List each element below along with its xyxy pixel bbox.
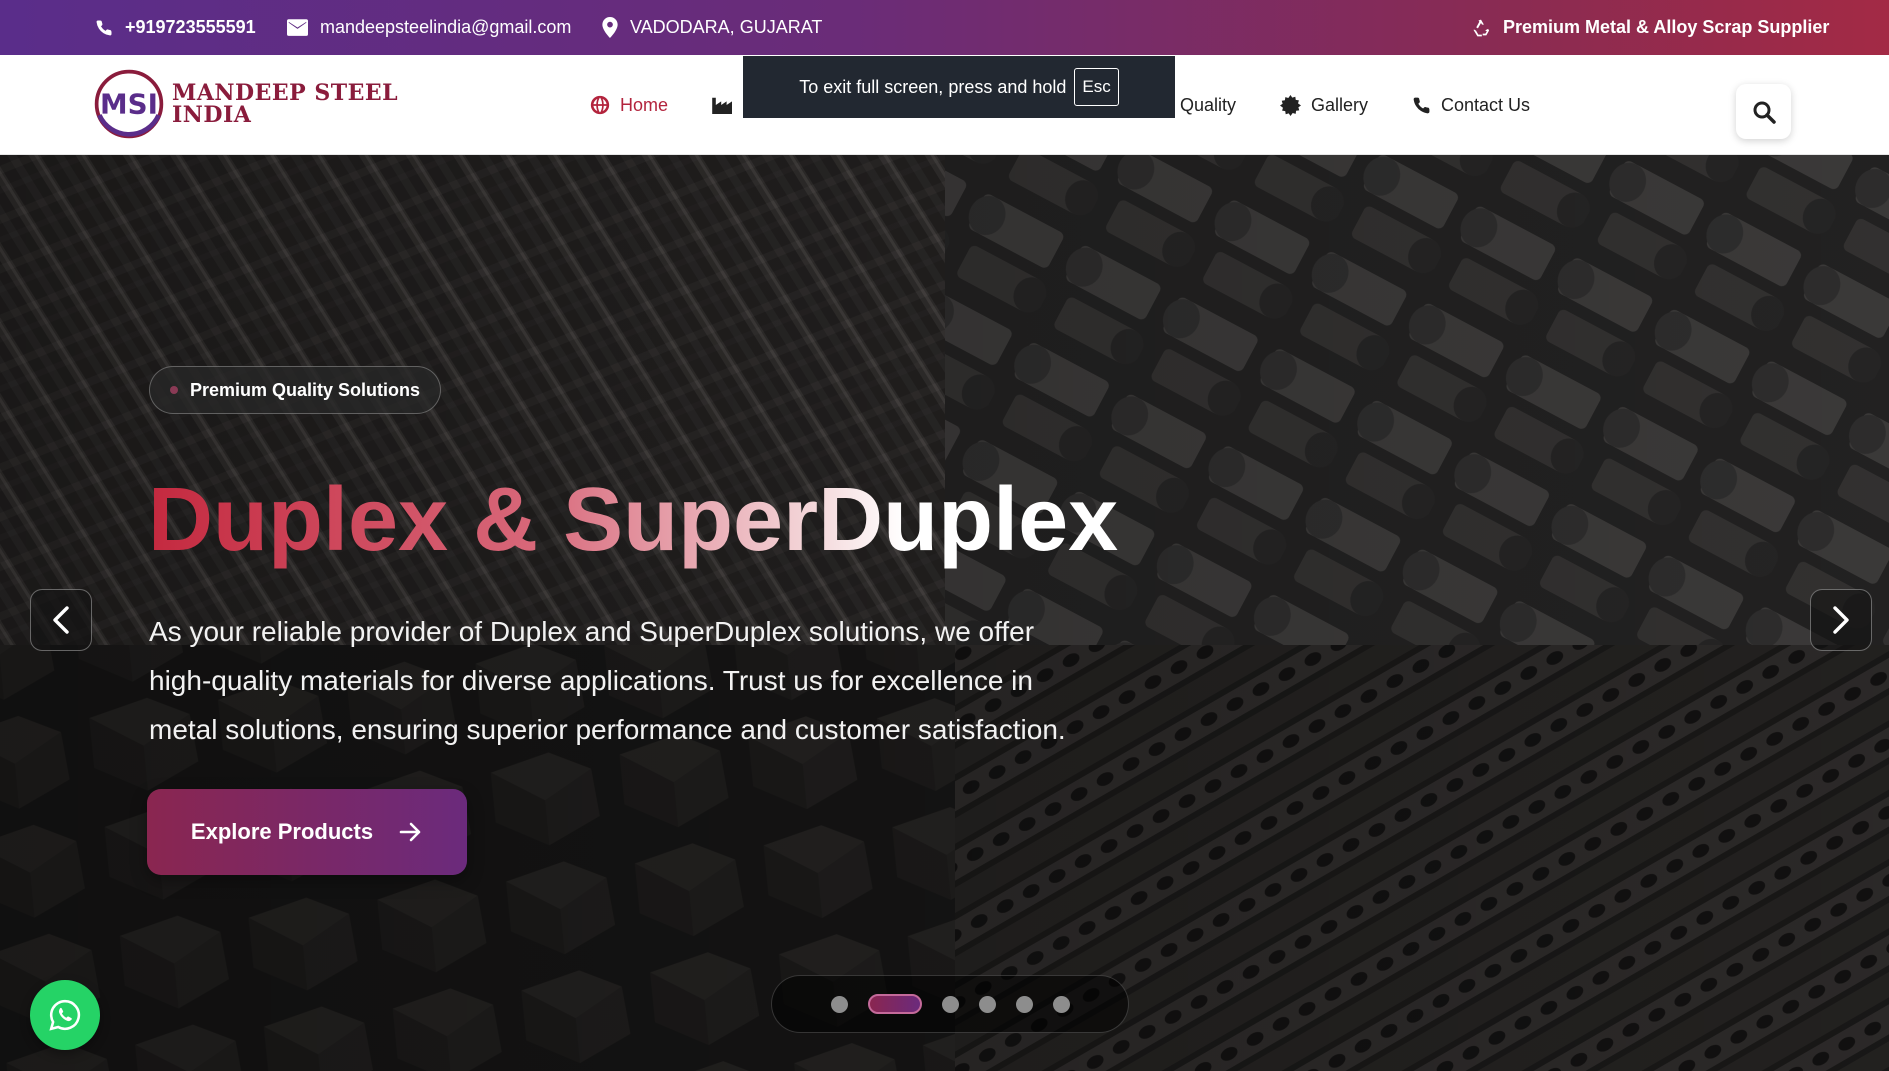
nav-gallery[interactable]: Gallery (1280, 85, 1368, 125)
envelope-icon (287, 19, 308, 36)
whatsapp-button[interactable] (30, 980, 100, 1050)
search-icon (1753, 101, 1776, 124)
email-link[interactable]: mandeepsteelindia@gmail.com (287, 0, 571, 55)
explore-products-button[interactable]: Explore Products (147, 789, 467, 875)
email-address: mandeepsteelindia@gmail.com (320, 17, 572, 37)
phone-icon (96, 19, 112, 35)
hero-title: Duplex & SuperDuplex (148, 455, 1118, 585)
fullscreen-exit-toast: To exit full screen, press and hold Esc (743, 56, 1175, 118)
map-pin-icon (602, 17, 618, 38)
phone-number: +919723555591 (125, 17, 256, 37)
slide-dot[interactable] (1015, 995, 1033, 1013)
top-info-bar: +919723555591 mandeepsteelindia@gmail.co… (0, 0, 1889, 55)
hero-badge-text: Premium Quality Solutions (190, 379, 421, 400)
slide-dot[interactable] (1052, 995, 1070, 1013)
logo-line-1: MANDEEP STEEL (172, 80, 399, 106)
location-info: VADODARA, GUJARAT (602, 0, 822, 55)
site-logo[interactable]: MSI MANDEEP STEEL INDIA (92, 67, 398, 141)
slide-dot[interactable] (978, 995, 996, 1013)
nav-contact[interactable]: Contact Us (1412, 85, 1530, 125)
logo-line-2: INDIA (172, 102, 252, 128)
nav-contact-label: Contact Us (1441, 94, 1531, 115)
nav-home-label: Home (620, 94, 669, 115)
slider-pagination (771, 975, 1129, 1033)
nav-quality-label: Quality (1180, 94, 1237, 115)
search-button[interactable] (1736, 84, 1791, 139)
slider-next-button[interactable] (1810, 589, 1872, 651)
recycle-icon (1473, 19, 1490, 36)
phone-link[interactable]: +919723555591 (95, 0, 256, 55)
nav-about[interactable] (712, 85, 734, 125)
tagline-text: Premium Metal & Alloy Scrap Supplier (1503, 17, 1830, 37)
industry-icon (712, 97, 732, 114)
location-text: VADODARA, GUJARAT (630, 17, 823, 37)
gear-icon (1280, 94, 1301, 116)
badge-dot (170, 386, 178, 394)
slide-dot-active[interactable] (867, 994, 922, 1014)
slide-dot[interactable] (830, 995, 848, 1013)
slide-dot[interactable] (941, 995, 959, 1013)
chevron-right-icon (1833, 606, 1849, 634)
hero-description: As your reliable provider of Duplex and … (149, 616, 1066, 745)
nav-home[interactable]: Home (590, 85, 668, 125)
msi-logo-mark: MSI (94, 69, 164, 139)
globe-icon (590, 95, 610, 115)
esc-key-hint: Esc (1074, 68, 1119, 106)
chevron-left-icon (53, 606, 69, 634)
cta-label: Explore Products (190, 819, 374, 844)
nav-quality[interactable]: Quality (1180, 85, 1236, 125)
logo-monogram: MSI (100, 87, 158, 120)
phone-icon (1413, 97, 1430, 113)
hero-slider: Premium Quality Solutions Duplex & Super… (0, 155, 1889, 1071)
slider-prev-button[interactable] (30, 589, 92, 651)
nav-gallery-label: Gallery (1311, 94, 1369, 115)
hero-badge: Premium Quality Solutions (149, 366, 442, 414)
whatsapp-icon (49, 999, 81, 1031)
tagline: Premium Metal & Alloy Scrap Supplier (1471, 0, 1829, 55)
arrow-right-icon (399, 822, 421, 842)
fullscreen-toast-message: To exit full screen, press and hold (799, 76, 1067, 97)
